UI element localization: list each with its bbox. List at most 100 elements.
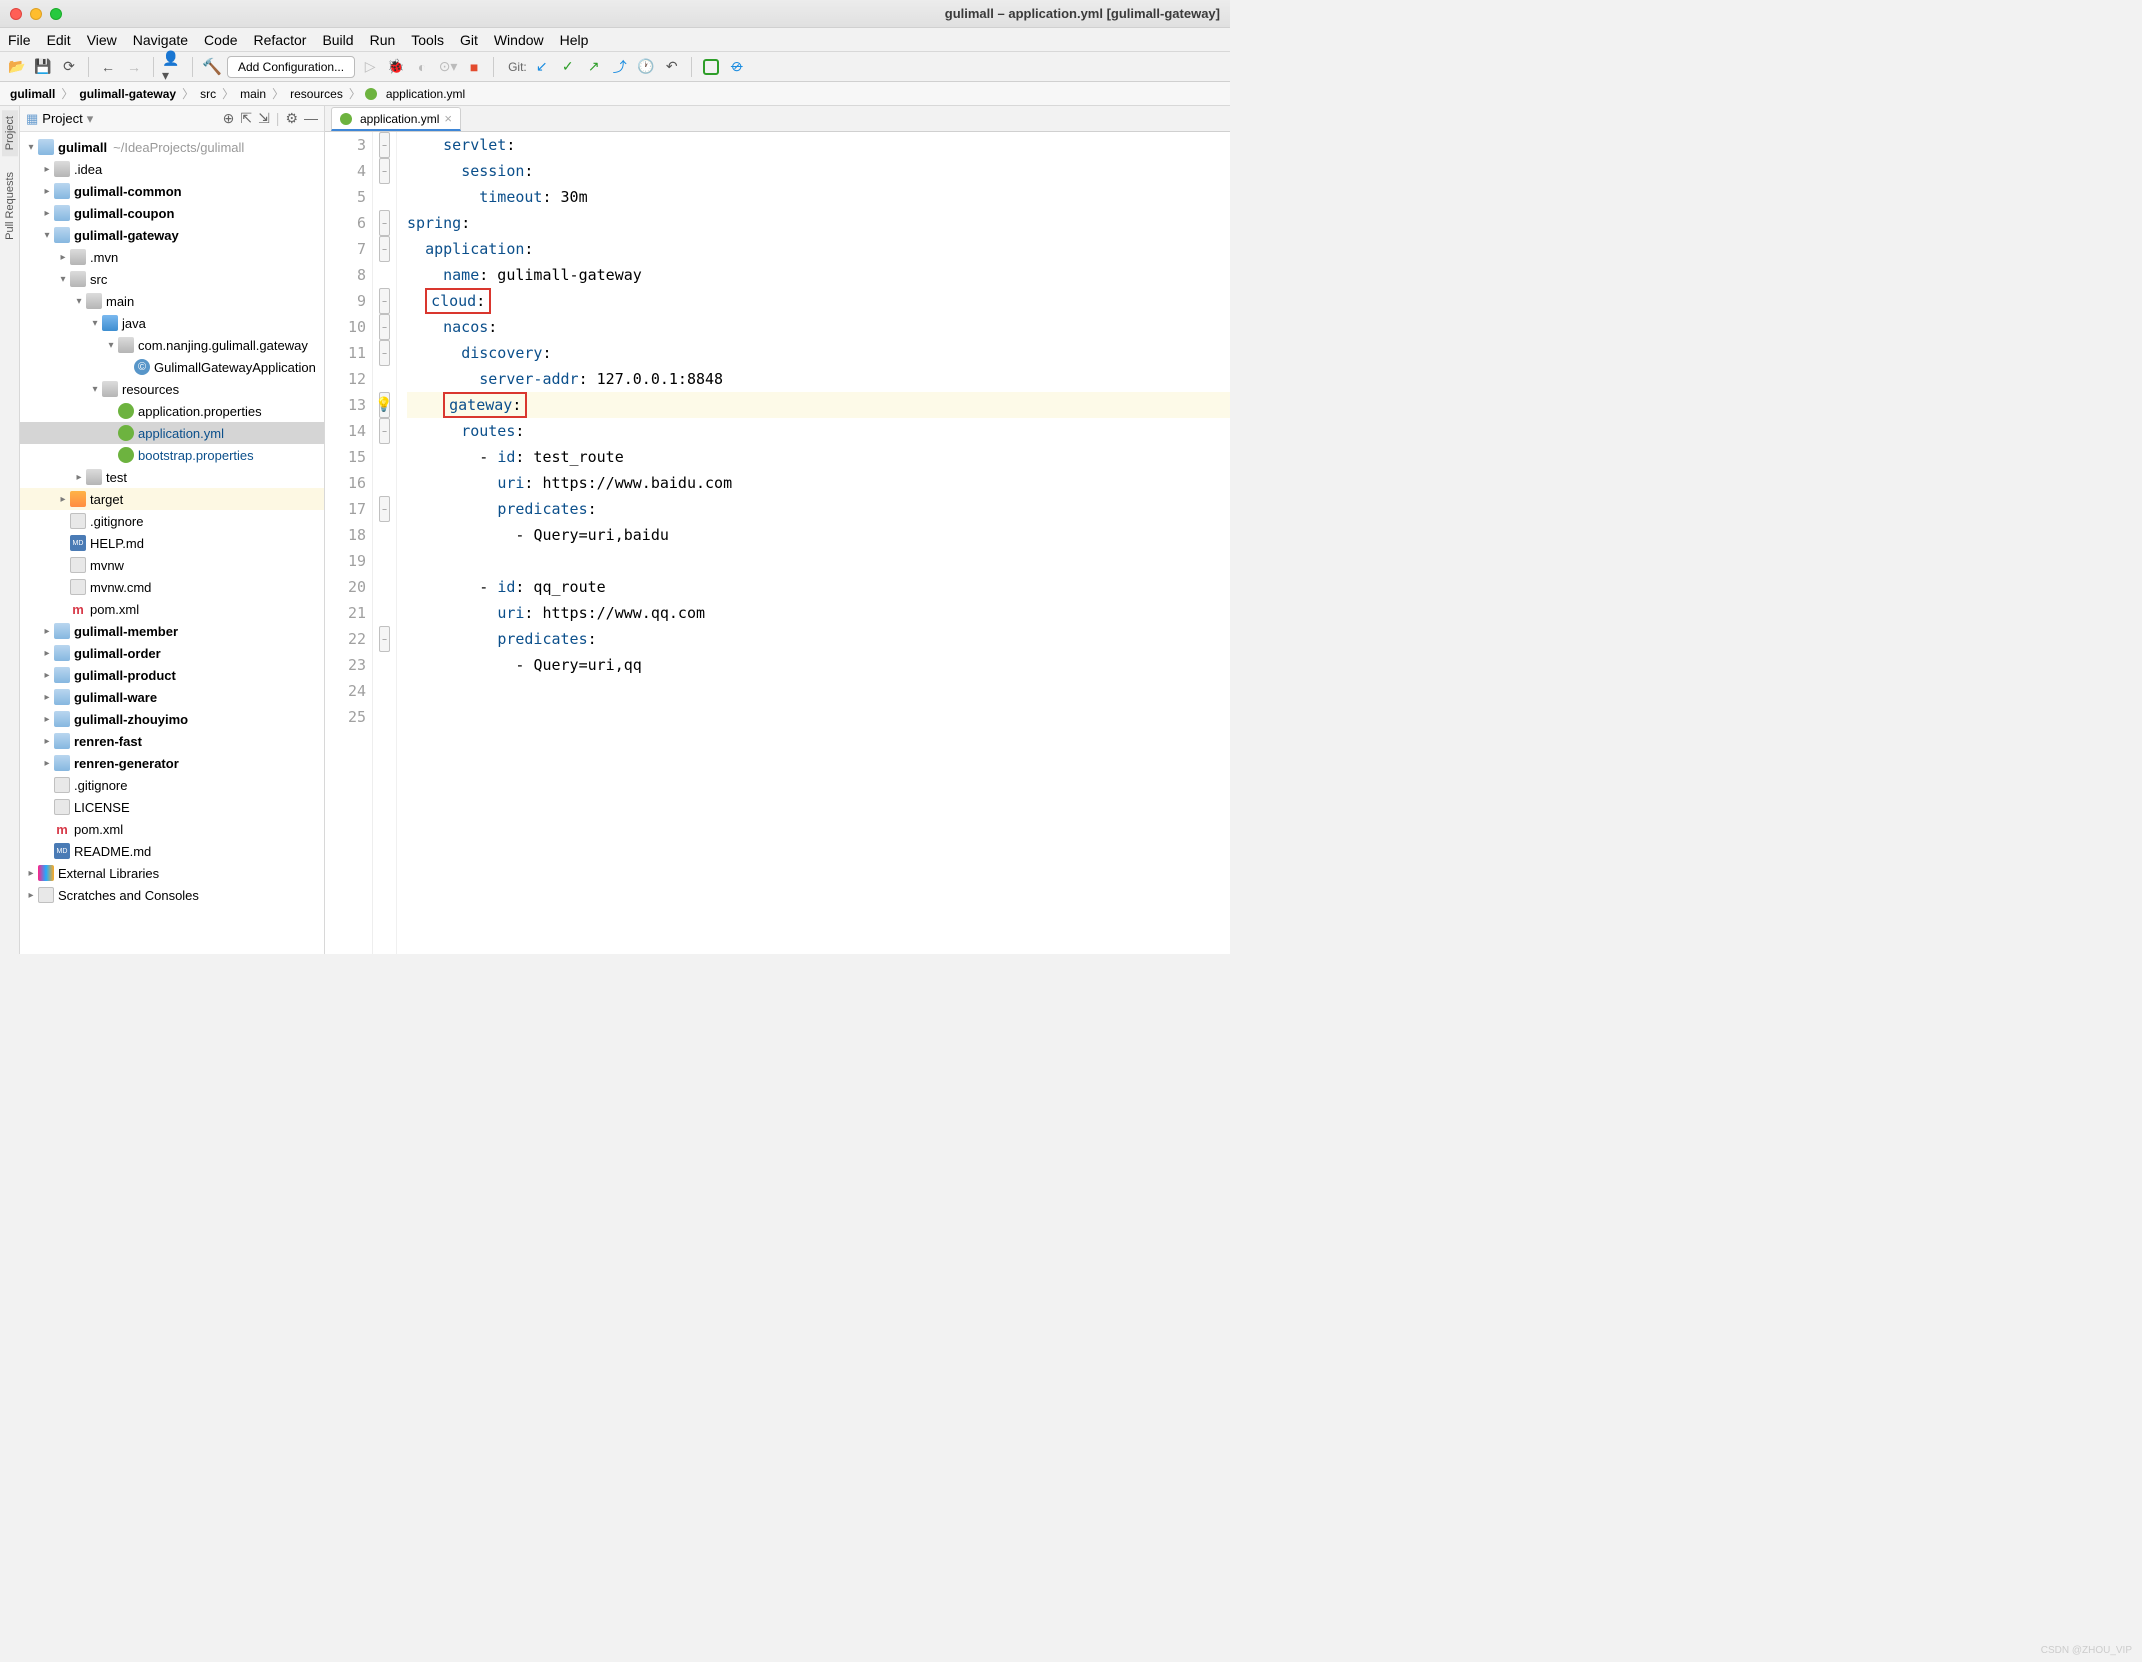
minimize-window-button[interactable]	[30, 8, 42, 20]
locate-icon[interactable]: ⊕	[223, 110, 235, 127]
spring-icon	[340, 113, 352, 125]
watermark: CSDN @ZHOU_VIP	[2041, 1645, 2132, 1656]
git-commit-icon[interactable]: ✓	[557, 56, 579, 78]
code-content[interactable]: servlet: session: timeout: 30mspring: ap…	[397, 132, 1230, 954]
inspect-icon[interactable]: ⊘	[726, 56, 748, 78]
git-history-icon[interactable]: ⤴	[609, 56, 631, 78]
crumb-file[interactable]: application.yml	[384, 87, 467, 101]
menu-window[interactable]: Window	[494, 32, 544, 48]
maximize-window-button[interactable]	[50, 8, 62, 20]
menu-tools[interactable]: Tools	[411, 32, 444, 48]
tree-item[interactable]: ▸target	[20, 488, 324, 510]
tree-item[interactable]: ▸renren-generator	[20, 752, 324, 774]
tab-label: application.yml	[360, 112, 439, 126]
menu-run[interactable]: Run	[370, 32, 396, 48]
close-tab-icon[interactable]: ×	[444, 111, 452, 126]
tree-item[interactable]: ▸renren-fast	[20, 730, 324, 752]
hide-icon[interactable]: —	[304, 110, 318, 127]
menu-code[interactable]: Code	[204, 32, 237, 48]
menu-build[interactable]: Build	[322, 32, 353, 48]
tree-external-libs[interactable]: ▸External Libraries	[20, 862, 324, 884]
tree-item[interactable]: .gitignore	[20, 510, 324, 532]
git-push-icon[interactable]: ↗	[583, 56, 605, 78]
tree-item[interactable]: ▸gulimall-coupon	[20, 202, 324, 224]
tree-item[interactable]: ▾gulimall-gateway	[20, 224, 324, 246]
tree-item-selected[interactable]: application.yml	[20, 422, 324, 444]
crumb-resources[interactable]: resources	[288, 87, 345, 101]
tree-item[interactable]: mpom.xml	[20, 598, 324, 620]
back-icon[interactable]: ←	[97, 56, 119, 78]
tree-item[interactable]: ▾com.nanjing.gulimall.gateway	[20, 334, 324, 356]
menu-edit[interactable]: Edit	[47, 32, 71, 48]
tree-item[interactable]: ▸gulimall-ware	[20, 686, 324, 708]
menu-view[interactable]: View	[87, 32, 117, 48]
save-icon[interactable]: 💾	[32, 56, 54, 78]
titlebar: gulimall – application.yml [gulimall-gat…	[0, 0, 1230, 28]
forward-icon: →	[123, 56, 145, 78]
tree-item[interactable]: mvnw.cmd	[20, 576, 324, 598]
coverage-icon: ◐	[411, 56, 433, 78]
gutter-marks: −−−−−−−−−−−	[373, 132, 397, 954]
tree-scratches[interactable]: ▸Scratches and Consoles	[20, 884, 324, 906]
tree-item[interactable]: ▾java	[20, 312, 324, 334]
tree-item[interactable]: ▸gulimall-zhouyimo	[20, 708, 324, 730]
pull-requests-tool-tab[interactable]: Pull Requests	[2, 166, 18, 246]
crumb-src[interactable]: src	[198, 87, 218, 101]
toolbar: 📂 💾 ⟳ ← → 👤▾ 🔨 Add Configuration... ▷ 🐞 …	[0, 52, 1230, 82]
crumb-module[interactable]: gulimall-gateway	[77, 87, 178, 101]
tree-item[interactable]: bootstrap.properties	[20, 444, 324, 466]
editor-tab-active[interactable]: application.yml ×	[331, 107, 461, 131]
tree-item[interactable]: mvnw	[20, 554, 324, 576]
collapse-all-icon[interactable]: ⇲	[258, 110, 270, 127]
tree-root[interactable]: ▾gulimall ~/IdeaProjects/gulimall	[20, 136, 324, 158]
menu-bar: File Edit View Navigate Code Refactor Bu…	[0, 28, 1230, 52]
tree-item[interactable]: MDREADME.md	[20, 840, 324, 862]
tree-item[interactable]: ▸gulimall-order	[20, 642, 324, 664]
tree-item[interactable]: MDHELP.md	[20, 532, 324, 554]
tree-item[interactable]: ▸gulimall-common	[20, 180, 324, 202]
settings-icon[interactable]: ⚙	[285, 110, 298, 127]
rollback-icon[interactable]: ↶	[661, 56, 683, 78]
tree-item[interactable]: ▸.idea	[20, 158, 324, 180]
debug-icon: 🐞	[385, 56, 407, 78]
tree-item[interactable]: ▸gulimall-member	[20, 620, 324, 642]
stop-icon[interactable]: ■	[463, 56, 485, 78]
menu-refactor[interactable]: Refactor	[254, 32, 307, 48]
window-title: gulimall – application.yml [gulimall-gat…	[945, 6, 1220, 21]
tree-item[interactable]: ©GulimallGatewayApplication	[20, 356, 324, 378]
code-with-me-icon[interactable]	[700, 56, 722, 78]
open-icon[interactable]: 📂	[6, 56, 28, 78]
project-tree[interactable]: ▾gulimall ~/IdeaProjects/gulimall ▸.idea…	[20, 132, 324, 954]
tree-item[interactable]: ▸test	[20, 466, 324, 488]
close-window-button[interactable]	[10, 8, 22, 20]
crumb-project[interactable]: gulimall	[8, 87, 57, 101]
menu-file[interactable]: File	[8, 32, 31, 48]
tree-item[interactable]: .gitignore	[20, 774, 324, 796]
tree-item[interactable]: mpom.xml	[20, 818, 324, 840]
line-gutter: 345678910111213141516171819202122232425	[325, 132, 373, 954]
tree-item[interactable]: ▸.mvn	[20, 246, 324, 268]
tree-item[interactable]: application.properties	[20, 400, 324, 422]
crumb-main[interactable]: main	[238, 87, 268, 101]
tree-item[interactable]: ▸gulimall-product	[20, 664, 324, 686]
menu-navigate[interactable]: Navigate	[133, 32, 188, 48]
build-icon[interactable]: 🔨	[201, 56, 223, 78]
history-icon[interactable]: 🕐	[635, 56, 657, 78]
editor-area: application.yml × 3456789101112131415161…	[325, 106, 1230, 954]
tree-item[interactable]: LICENSE	[20, 796, 324, 818]
git-update-icon[interactable]: ↙	[531, 56, 553, 78]
project-panel: ▦ Project ▾ ⊕ ⇱ ⇲ | ⚙ — ▾gulimall ~/Idea…	[20, 106, 325, 954]
menu-help[interactable]: Help	[560, 32, 589, 48]
add-configuration-button[interactable]: Add Configuration...	[227, 56, 355, 78]
project-tool-tab[interactable]: Project	[2, 110, 18, 156]
tree-item[interactable]: ▾main	[20, 290, 324, 312]
user-icon[interactable]: 👤▾	[162, 56, 184, 78]
sync-icon[interactable]: ⟳	[58, 56, 80, 78]
run-icon: ▷	[359, 56, 381, 78]
spring-icon	[365, 88, 377, 100]
menu-git[interactable]: Git	[460, 32, 478, 48]
editor-body[interactable]: 345678910111213141516171819202122232425 …	[325, 132, 1230, 954]
expand-all-icon[interactable]: ⇱	[240, 110, 252, 127]
tree-item[interactable]: ▾resources	[20, 378, 324, 400]
tree-item[interactable]: ▾src	[20, 268, 324, 290]
